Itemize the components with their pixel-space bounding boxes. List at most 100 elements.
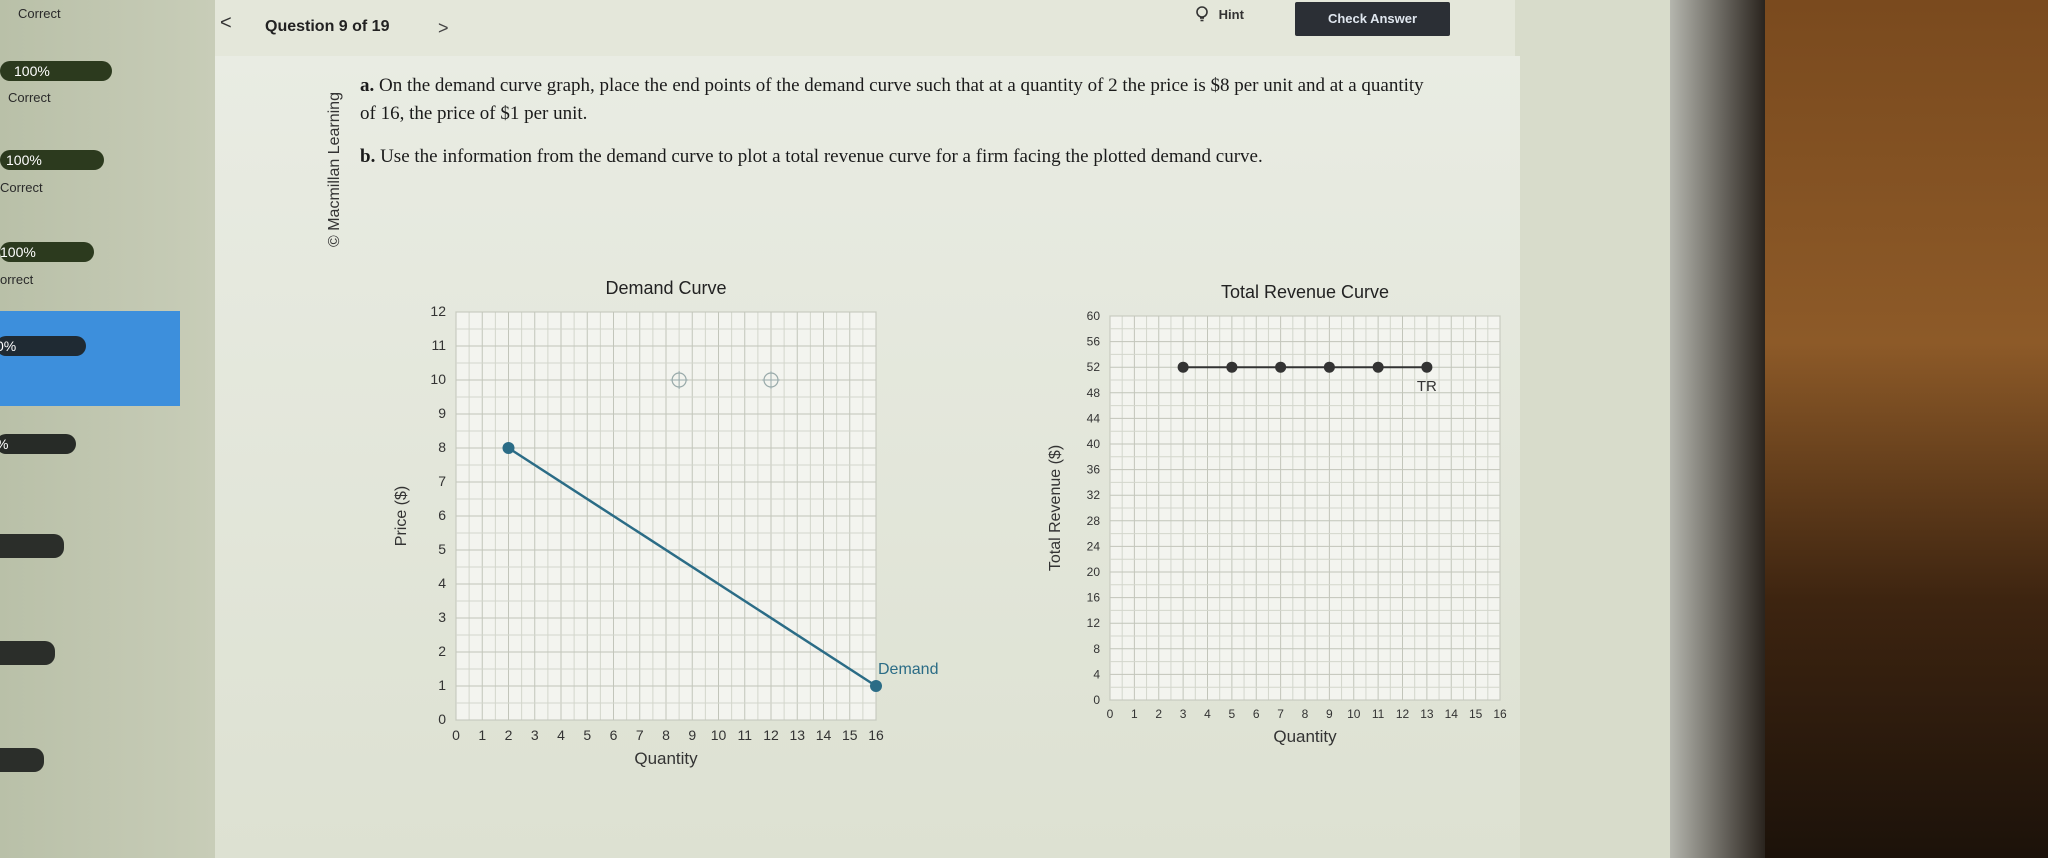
y-tick-label: 6	[438, 507, 446, 523]
chart-title: Demand Curve	[605, 278, 726, 298]
x-tick-label: 6	[1253, 707, 1260, 721]
x-tick-label: 12	[763, 727, 779, 743]
sidebar-top-status: Correct	[18, 6, 61, 21]
y-tick-label: 4	[1093, 667, 1100, 681]
y-tick-label: 12	[430, 303, 446, 319]
x-tick-label: 11	[1372, 707, 1385, 721]
demand-curve-chart[interactable]: Demand Curve0 1 2 3 4 5 6 7 8 9 10 11 12 13 14 15 160123…	[370, 270, 970, 810]
y-tick-label: 20	[1087, 565, 1101, 579]
y-tick-label: 0	[1093, 693, 1100, 707]
tr-point	[1323, 361, 1335, 373]
y-tick-label: 8	[438, 439, 446, 455]
x-tick-label: 0	[452, 727, 460, 743]
chevron-left-icon: <	[220, 12, 232, 34]
chart-title: Total Revenue Curve	[1221, 282, 1389, 302]
total-revenue-chart[interactable]: Total Revenue Curve0 1 2 3 4 5 6 7 8 9 10 11 12 13 14 1…	[1020, 270, 1540, 770]
x-tick-label: 2	[1155, 707, 1162, 721]
tr-point	[1226, 361, 1238, 373]
copyright-notice: © Macmillan Learning	[326, 92, 343, 247]
score-pill: %	[0, 434, 76, 454]
x-tick-label: 10	[1347, 707, 1361, 721]
x-tick-label: 4	[1204, 707, 1211, 721]
x-tick-label: 16	[1493, 707, 1507, 721]
question-part-b: b. Use the information from the demand c…	[360, 143, 1430, 171]
y-tick-label: 7	[438, 473, 446, 489]
part-a-text: On the demand curve graph, place the end…	[360, 75, 1424, 124]
x-tick-label: 10	[711, 727, 727, 743]
x-tick-label: 14	[816, 727, 832, 743]
x-tick-label: 8	[662, 727, 670, 743]
x-tick-label: 3	[531, 727, 539, 743]
x-tick-label: 9	[1326, 707, 1333, 721]
x-tick-label: 15	[1469, 707, 1483, 721]
x-tick-label: 14	[1445, 707, 1459, 721]
y-tick-label: 56	[1087, 335, 1101, 349]
x-tick-label: 3	[1180, 707, 1187, 721]
tr-point	[1177, 361, 1189, 373]
x-tick-label: 15	[842, 727, 858, 743]
y-tick-label: 40	[1087, 437, 1101, 451]
sidebar-item-6[interactable]	[0, 534, 64, 558]
y-tick-label: 1	[438, 677, 446, 693]
sidebar-item-active[interactable]: 0%	[0, 311, 180, 406]
y-tick-label: 8	[1093, 642, 1100, 656]
demand-point	[502, 442, 515, 454]
y-tick-label: 36	[1087, 463, 1101, 477]
tr-point	[1372, 361, 1384, 373]
x-tick-label: 4	[557, 727, 565, 743]
x-axis-label: Quantity	[634, 749, 698, 768]
y-tick-label: 24	[1087, 539, 1101, 553]
tr-point	[1421, 361, 1433, 373]
question-part-a: a. On the demand curve graph, place the …	[360, 72, 1430, 128]
y-tick-label: 52	[1087, 360, 1101, 374]
x-tick-label: 11	[737, 727, 752, 743]
x-tick-label: 2	[505, 727, 513, 743]
series-label-tr: TR	[1417, 378, 1437, 395]
y-tick-label: 0	[438, 711, 446, 727]
y-tick-label: 48	[1087, 386, 1101, 400]
y-tick-label: 44	[1087, 411, 1101, 425]
hint-label: Hint	[1218, 7, 1244, 22]
y-axis-label: Total Revenue ($)	[1047, 445, 1064, 571]
x-tick-label: 7	[1277, 707, 1284, 721]
y-axis-label: Price ($)	[393, 486, 410, 546]
y-tick-label: 11	[431, 337, 446, 353]
x-tick-label: 5	[1229, 707, 1236, 721]
y-tick-label: 5	[438, 541, 446, 557]
sidebar-item-status: orrect	[0, 272, 34, 287]
sidebar-item-8[interactable]	[0, 748, 44, 772]
y-tick-label: 9	[438, 405, 446, 421]
x-tick-label: 12	[1396, 707, 1410, 721]
lightbulb-icon	[1196, 6, 1208, 22]
x-tick-label: 13	[1420, 707, 1434, 721]
y-tick-label: 32	[1087, 488, 1101, 502]
hint-button[interactable]: Hint	[1195, 6, 1244, 22]
previous-question-button[interactable]: <	[220, 12, 232, 35]
x-tick-label: 9	[688, 727, 696, 743]
x-tick-label: 16	[868, 727, 884, 743]
part-b-label: b.	[360, 146, 376, 167]
x-tick-label: 8	[1302, 707, 1309, 721]
part-a-label: a.	[360, 75, 375, 96]
chevron-right-icon: >	[438, 18, 449, 38]
y-tick-label: 16	[1087, 591, 1101, 605]
y-tick-label: 3	[438, 609, 446, 625]
x-tick-label: 0	[1107, 707, 1114, 721]
score-pill: 0%	[0, 336, 86, 356]
y-tick-label: 2	[438, 643, 446, 659]
sidebar-item-7[interactable]	[0, 641, 55, 665]
next-question-button[interactable]: >	[438, 18, 449, 39]
score-pill: 100%	[0, 150, 104, 170]
y-tick-label: 12	[1087, 616, 1101, 630]
question-counter: Question 9 of 19	[265, 18, 390, 35]
check-answer-button[interactable]: Check Answer	[1295, 2, 1450, 36]
question-sidebar: Correct 100% Correct 100% Correct 100% o…	[0, 0, 215, 858]
x-tick-label: 7	[636, 727, 644, 743]
series-label-demand: Demand	[878, 661, 938, 678]
x-tick-label: 1	[478, 727, 486, 743]
x-tick-label: 1	[1131, 707, 1138, 721]
y-tick-label: 4	[438, 575, 446, 591]
x-tick-label: 13	[789, 727, 805, 743]
y-tick-label: 10	[430, 371, 446, 387]
sidebar-item-status: Correct	[0, 180, 43, 195]
